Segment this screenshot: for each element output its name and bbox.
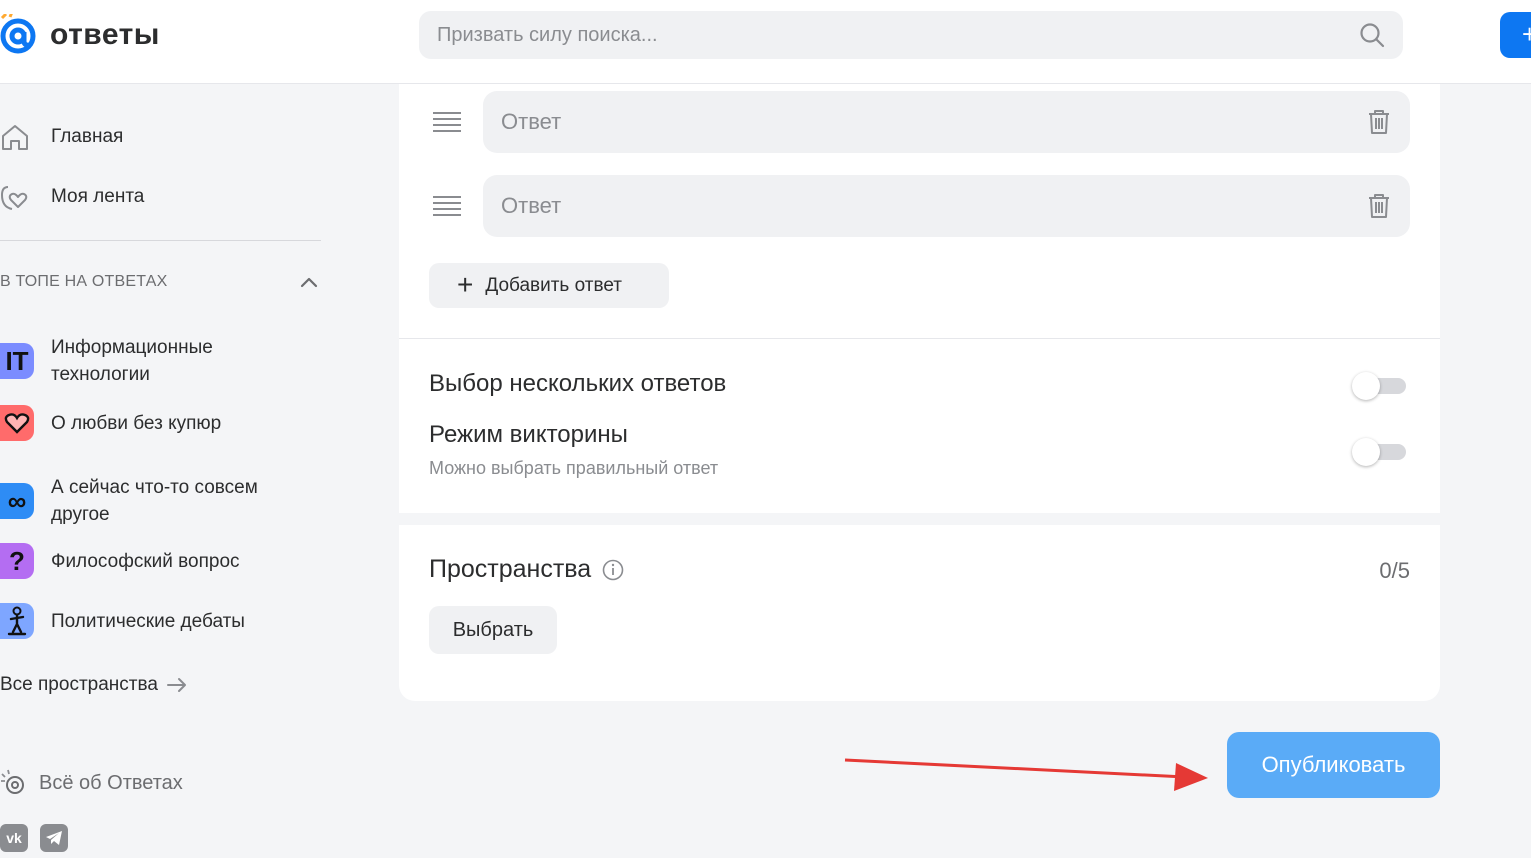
trash-icon[interactable] <box>1366 192 1392 220</box>
top-section-header[interactable]: В ТОПЕ НА ОТВЕТАХ <box>0 270 322 294</box>
podium-topic-icon <box>0 603 34 639</box>
toggle-knob <box>1352 372 1380 400</box>
sidebar: Главная Моя лента В ТОПЕ НА ОТВЕТАХ IT И… <box>0 84 330 858</box>
info-icon[interactable] <box>602 559 624 581</box>
answer-field[interactable] <box>483 91 1410 153</box>
sidebar-item-feed[interactable]: Моя лента <box>0 175 144 219</box>
sidebar-topic-it[interactable]: IT Информационные технологии <box>0 334 301 388</box>
answer-input[interactable] <box>501 109 1366 135</box>
drag-handle-icon[interactable] <box>429 107 465 137</box>
telegram-icon[interactable] <box>40 824 68 852</box>
infinity-topic-icon: ∞ <box>0 483 34 519</box>
sidebar-item-home[interactable]: Главная <box>0 115 123 159</box>
topic-label: А сейчас что-то совсем другое <box>51 477 258 525</box>
answer-row <box>429 91 1410 153</box>
panel-divider <box>399 338 1440 339</box>
sidebar-divider <box>0 240 321 241</box>
sidebar-topic-other[interactable]: ∞ А сейчас что-то совсем другое <box>0 474 301 528</box>
logo[interactable]: ответы <box>0 14 160 56</box>
sidebar-item-label: Моя лента <box>51 186 145 207</box>
topic-label: Политические дебаты <box>51 610 245 632</box>
multiple-choice-title: Выбор нескольких ответов <box>429 370 727 397</box>
topic-label: О любви без купюр <box>51 412 222 434</box>
ask-question-button[interactable]: + <box>1500 12 1531 58</box>
question-topic-icon: ? <box>0 543 34 579</box>
drag-handle-icon[interactable] <box>429 191 465 221</box>
home-icon <box>2 125 28 150</box>
sidebar-item-label: Главная <box>51 126 124 147</box>
search-bar[interactable] <box>419 11 1403 59</box>
all-spaces-label: Все пространства <box>0 674 158 695</box>
toggle-knob <box>1352 438 1380 466</box>
sidebar-topic-philosophy[interactable]: ? Философский вопрос <box>0 543 301 579</box>
logo-at-icon <box>0 14 36 54</box>
vk-icon[interactable]: vk <box>0 824 28 852</box>
header: ответы + <box>0 0 1531 84</box>
logo-text: ответы <box>50 18 160 51</box>
search-icon[interactable] <box>1359 22 1385 48</box>
sidebar-topic-politics[interactable]: Политические дебаты <box>0 603 301 639</box>
plus-icon: + <box>457 268 474 300</box>
all-spaces-link[interactable]: Все пространства <box>0 674 188 696</box>
answer-row <box>429 175 1410 237</box>
publish-button[interactable]: Опубликовать <box>1227 732 1440 798</box>
search-input[interactable] <box>437 23 1359 47</box>
quiz-mode-subtitle: Можно выбрать правильный ответ <box>429 458 719 478</box>
spaces-count: 0/5 <box>1379 558 1410 583</box>
multiple-choice-toggle[interactable] <box>1352 372 1406 400</box>
about-link[interactable]: Всё об Ответах <box>0 768 183 798</box>
topic-label: Философский вопрос <box>51 550 240 572</box>
annotation-arrow <box>844 758 1208 791</box>
trash-icon[interactable] <box>1366 108 1392 136</box>
about-label: Всё об Ответах <box>39 771 183 794</box>
spaces-header: Пространства <box>429 555 624 584</box>
topic-label: Информационные технологии <box>51 337 213 385</box>
arrow-right-icon <box>166 678 186 692</box>
answer-field[interactable] <box>483 175 1410 237</box>
about-at-icon <box>1 769 24 794</box>
quiz-mode-title: Режим викторины <box>429 421 628 448</box>
feed-heart-icon <box>0 186 28 210</box>
answer-input[interactable] <box>501 193 1366 219</box>
spaces-title: Пространства <box>429 555 592 583</box>
add-answer-label: Добавить ответ <box>485 274 622 296</box>
sidebar-topic-love[interactable]: О любви без купюр <box>0 405 301 441</box>
add-answer-button[interactable]: + Добавить ответ <box>429 263 669 308</box>
top-section-title: В ТОПЕ НА ОТВЕТАХ <box>0 273 168 290</box>
heart-topic-icon <box>0 405 34 441</box>
quiz-mode-toggle[interactable] <box>1352 438 1406 466</box>
it-topic-icon: IT <box>0 343 34 379</box>
choose-spaces-button[interactable]: Выбрать <box>429 606 557 654</box>
chevron-up-icon[interactable] <box>300 276 318 288</box>
